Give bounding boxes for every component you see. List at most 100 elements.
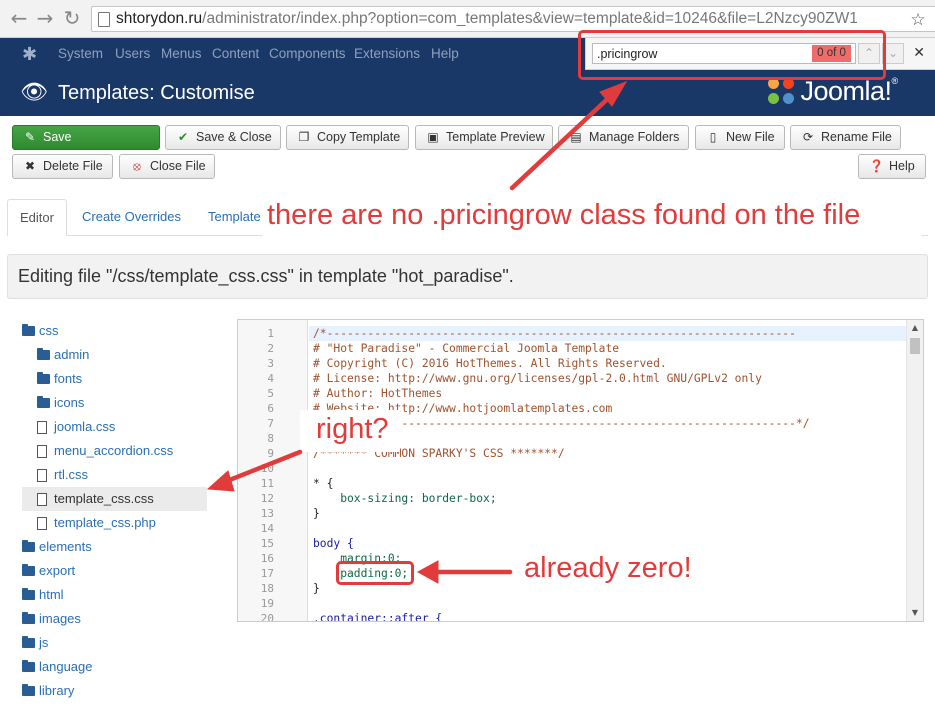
file-icon — [37, 469, 47, 482]
tree-folder-elements[interactable]: elements — [22, 536, 92, 558]
editing-file-message: Editing file "/css/template_css.css" in … — [7, 254, 928, 299]
close-icon[interactable]: ✕ — [913, 45, 925, 61]
menu-users[interactable]: Users — [115, 46, 150, 61]
tree-folder-library[interactable]: library — [22, 680, 74, 702]
tree-file-template-css-css[interactable]: template_css.css — [37, 488, 154, 510]
tree-folder-css[interactable]: css — [22, 320, 59, 342]
file-icon — [37, 445, 47, 458]
tree-file-menu-accordion-css[interactable]: menu_accordion.css — [37, 440, 173, 462]
manage-folders-button[interactable]: ▤ Manage Folders — [558, 125, 689, 150]
question-icon: ❓ — [869, 159, 884, 173]
template-preview-button[interactable]: ▣ Template Preview — [415, 125, 553, 150]
new-file-button[interactable]: ▯ New File — [695, 125, 785, 150]
tree-folder-language[interactable]: language — [22, 656, 93, 678]
check-icon: ✔ — [177, 130, 189, 144]
tree-folder-fonts[interactable]: fonts — [37, 368, 82, 390]
rename-file-button[interactable]: ⟳ Rename File — [790, 125, 901, 150]
line-number: 15 — [260, 537, 274, 550]
menu-content[interactable]: Content — [212, 46, 259, 61]
star-icon[interactable]: ☆ — [907, 11, 929, 29]
save-button[interactable]: ✎ Save — [12, 125, 160, 150]
tree-file-rtl-css[interactable]: rtl.css — [37, 464, 88, 486]
close-file-button[interactable]: ⦻ Close File — [119, 154, 215, 179]
tree-folder-admin[interactable]: admin — [37, 344, 89, 366]
padding-highlight-box — [336, 561, 414, 585]
line-number: 8 — [267, 432, 274, 445]
tree-folder-icons[interactable]: icons — [37, 392, 84, 414]
tree-folder-js[interactable]: js — [22, 632, 48, 654]
line-number: 5 — [267, 387, 274, 400]
file-icon — [37, 493, 47, 506]
folder-icon — [22, 564, 35, 576]
address-bar[interactable]: shtorydon.ru/administrator/index.php?opt… — [91, 6, 935, 32]
registered-mark: ® — [891, 76, 899, 86]
folder-icon — [22, 540, 35, 552]
tree-folder-export[interactable]: export — [22, 560, 75, 582]
forward-icon[interactable]: → — [34, 7, 56, 29]
code-line: box-sizing: border-box; — [313, 492, 497, 505]
menu-extensions[interactable]: Extensions — [354, 46, 420, 61]
line-number: 12 — [260, 492, 274, 505]
line-number: 6 — [267, 402, 274, 415]
folder-icon — [22, 612, 35, 624]
reload-icon[interactable]: ↻ — [61, 7, 83, 29]
joomla-logo-icon[interactable]: ✱ — [22, 44, 37, 65]
editing-file-text: Editing file "/css/template_css.css" in … — [18, 266, 514, 286]
code-line: .container::after { — [313, 612, 443, 622]
scroll-down-icon[interactable]: ▼ — [907, 608, 923, 617]
folder-icon — [37, 372, 50, 384]
screenshot-root: ← → ↻ shtorydon.ru/administrator/index.p… — [0, 0, 935, 710]
url-text: shtorydon.ru/administrator/index.php?opt… — [116, 10, 858, 27]
code-line: # Author: HotThemes — [313, 387, 443, 400]
file-icon — [37, 421, 47, 434]
joomla-wordmark: Joomla! — [800, 76, 892, 106]
tree-folder-images[interactable]: images — [22, 608, 81, 630]
line-number: 14 — [260, 522, 274, 535]
copy-template-button[interactable]: ❐ Copy Template — [286, 125, 409, 150]
file-icon: ▯ — [709, 130, 717, 144]
editor-scrollbar[interactable]: ▲ ▼ — [906, 320, 923, 621]
menu-system[interactable]: System — [58, 46, 103, 61]
code-line: } — [313, 582, 320, 595]
tab-editor[interactable]: Editor — [7, 199, 67, 236]
tree-file-joomla-css[interactable]: joomla.css — [37, 416, 115, 438]
line-number: 1 — [267, 327, 274, 340]
folder-icon: ▤ — [570, 130, 582, 144]
line-number: 7 — [267, 417, 274, 430]
annotation-already-zero: already zero! — [524, 552, 692, 584]
annotation-right: right? — [316, 413, 389, 445]
menu-components[interactable]: Components — [269, 46, 346, 61]
line-number: 19 — [260, 597, 274, 610]
scrollbar-thumb[interactable] — [910, 338, 920, 354]
admin-menu-bar: ✱ System Users Menus Content Components … — [0, 38, 585, 70]
tab-template-description[interactable]: Template — [208, 199, 261, 236]
scroll-up-icon[interactable]: ▲ — [907, 323, 923, 332]
tab-create-overrides[interactable]: Create Overrides — [82, 199, 181, 236]
line-number: 3 — [267, 357, 274, 370]
folder-icon — [22, 588, 35, 600]
line-number: 18 — [260, 582, 274, 595]
folder-icon — [22, 324, 35, 336]
arrow-head — [206, 470, 235, 492]
joomla-brand-logo: Joomla!® — [768, 76, 898, 106]
folder-icon — [37, 348, 50, 360]
code-line: # "Hot Paradise" - Commercial Joomla Tem… — [313, 342, 620, 355]
help-button[interactable]: ❓ Help — [858, 154, 926, 179]
file-icon — [37, 517, 47, 530]
menu-menus[interactable]: Menus — [161, 46, 202, 61]
line-number: 20 — [260, 612, 274, 622]
folder-icon — [22, 684, 35, 696]
back-icon[interactable]: ← — [8, 7, 30, 29]
menu-help[interactable]: Help — [431, 46, 459, 61]
eye-icon: 👁 — [20, 80, 48, 105]
delete-file-button[interactable]: ✖ Delete File — [12, 154, 113, 179]
find-bar-highlight-box — [578, 30, 886, 80]
save-close-button[interactable]: ✔ Save & Close — [165, 125, 281, 150]
code-line: } — [313, 507, 320, 520]
tree-folder-html[interactable]: html — [22, 584, 64, 606]
tree-file-template-css-php[interactable]: template_css.php — [37, 512, 156, 534]
copy-icon: ❐ — [298, 130, 310, 144]
code-line: # Copyright (C) 2016 HotThemes. All Righ… — [313, 357, 667, 370]
line-number: 9 — [267, 447, 274, 460]
line-number-gutter: 1 2 3 4 5 6 7 8 9 10 11 12 13 14 15 16 17 18 19 20 — [238, 320, 308, 622]
